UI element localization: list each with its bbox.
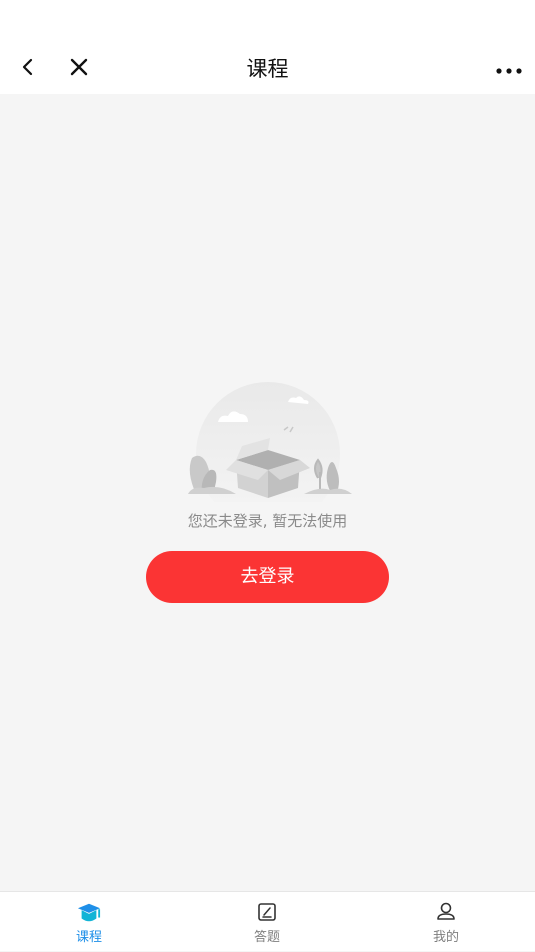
tab-mine[interactable]: 我的 [386,892,506,952]
tab-course[interactable]: 课程 [29,892,149,952]
tab-label: 我的 [432,930,459,945]
tab-label: 课程 [75,930,102,945]
status-bar-area [0,0,535,44]
navigation-bar: 课程 [0,44,535,94]
bottom-tab-bar: 课程 答题 我的 [0,891,535,951]
more-button[interactable] [491,53,527,85]
user-icon [434,900,458,924]
answer-sheet-icon [255,900,279,924]
empty-box-illustration [180,382,356,526]
graduation-cap-icon [77,900,101,924]
tab-label: 答题 [253,930,280,945]
main-content: 您还未登录, 暂无法使用 去登录 [0,94,535,891]
page-title: 课程 [246,57,289,81]
empty-state-message: 您还未登录, 暂无法使用 [187,512,348,530]
login-button[interactable]: 去登录 [146,551,389,603]
more-horizontal-icon [495,60,523,79]
tab-answer[interactable]: 答题 [207,892,327,952]
